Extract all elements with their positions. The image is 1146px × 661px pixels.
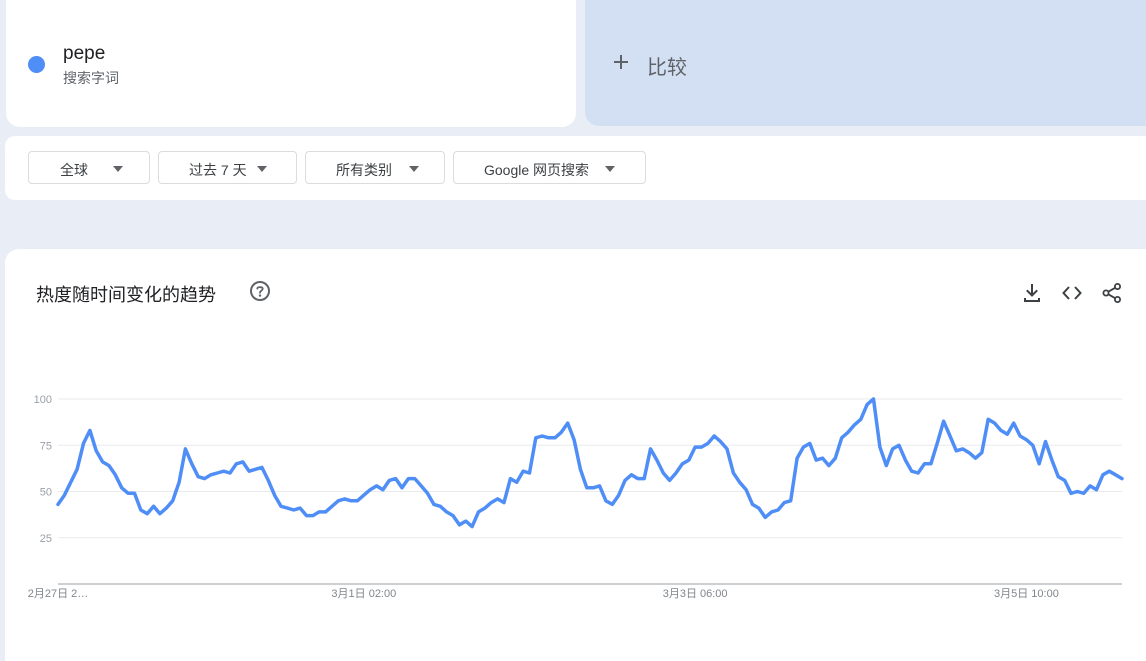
- dropdown-arrow-icon: [409, 166, 419, 172]
- y-tick-label: 50: [40, 487, 52, 499]
- plus-icon: [614, 55, 628, 69]
- compare-label: 比较: [647, 57, 687, 79]
- series-color-dot: [28, 56, 45, 73]
- time-range-filter-label: 过去 7 天: [189, 162, 247, 178]
- category-filter[interactable]: 所有类别: [305, 151, 445, 184]
- search-term-name[interactable]: pepe: [63, 43, 105, 65]
- dropdown-arrow-icon: [605, 166, 615, 172]
- trend-chart: 25 50 75 100 2月27日 2… 3月1日 02:00 3月3日 06:00 3月5…: [28, 394, 1124, 600]
- y-tick-label: 25: [40, 533, 52, 545]
- search-property-filter[interactable]: Google 网页搜索: [453, 151, 646, 184]
- search-property-filter-label: Google 网页搜索: [484, 162, 590, 178]
- y-tick-label: 100: [34, 394, 52, 406]
- x-tick-label: 2月27日 2…: [28, 588, 89, 600]
- dropdown-arrow-icon: [113, 166, 123, 172]
- x-tick-label: 3月5日 10:00: [994, 588, 1059, 600]
- trend-line-pepe: [56, 397, 1124, 529]
- search-term-subtitle: 搜索字词: [63, 70, 119, 86]
- category-filter-label: 所有类别: [336, 162, 392, 178]
- x-tick-label: 3月1日 02:00: [331, 588, 396, 600]
- region-filter[interactable]: 全球: [28, 151, 150, 184]
- x-tick-label: 3月3日 06:00: [663, 588, 728, 600]
- y-tick-label: 75: [40, 440, 52, 452]
- search-term-card[interactable]: pepe 搜索字词: [6, 0, 576, 127]
- filter-bar: 全球 过去 7 天 所有类别 Google 网页搜索: [5, 136, 1146, 200]
- time-range-filter[interactable]: 过去 7 天: [158, 151, 297, 184]
- dropdown-arrow-icon: [257, 166, 267, 172]
- interest-over-time-card: 热度随时间变化的趋势 25 50 75 100 2月27日 2… 3月1日 02:00 3月…: [5, 249, 1146, 661]
- compare-button[interactable]: 比较: [585, 0, 1146, 126]
- region-filter-label: 全球: [60, 162, 88, 178]
